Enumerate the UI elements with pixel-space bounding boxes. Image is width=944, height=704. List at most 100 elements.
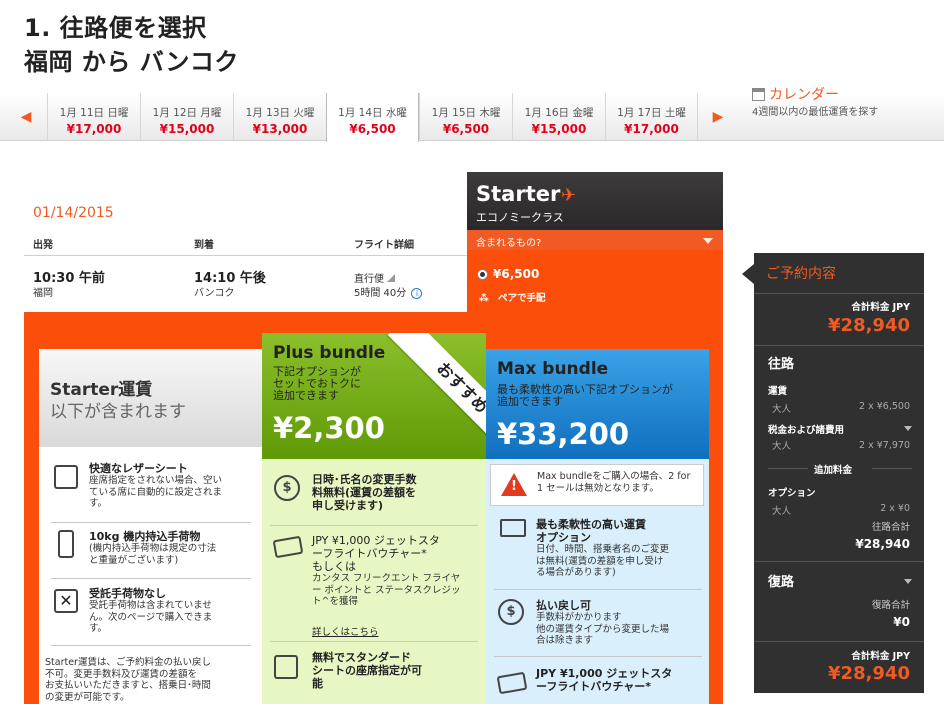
outbound-label: 往路 [768,357,795,372]
option-quantity: 2 x ¥0 [880,503,910,514]
seat-icon [54,465,78,489]
date-tab-price: ¥17,000 [624,122,679,136]
date-tab[interactable]: 1月 17日 土曜 ¥17,000 [605,93,698,141]
warning-icon: ! [501,473,527,496]
carry-on-bag-icon [58,530,74,558]
starter-fare-price: ¥6,500 [493,267,540,281]
starter-note: Starter運賃は、ご予約料金の払い戻し 不可。変更手数料及び運賃の差額を お… [45,657,211,703]
plus-bundle-panel[interactable]: Plus bundle 下記オプションが セットでおトクに 追加できます ¥2,… [262,333,486,704]
max-bundle-desc: 最も柔軟性の高い下記オプションが 追加できます [497,383,673,408]
extras-label: 追加料金 [814,465,853,476]
divider [754,293,924,294]
starter-fare-class: エコノミークラス [476,211,564,224]
max-bundle-price: ¥33,200 [497,417,630,451]
corner-arrow-icon [387,274,396,282]
details-header: フライト詳細 [354,240,414,251]
date-tab[interactable]: 1月 12日 月曜 ¥15,000 [140,93,233,141]
details-link[interactable]: 詳しくはこちら [312,624,379,638]
tax-label: 税金および諸費用 [768,425,845,436]
date-tab-price: ¥15,000 [531,122,587,136]
return-label: 復路 [768,575,795,590]
date-tab-label: 1月 17日 土曜 [617,107,686,119]
feature-item: 最も柔軟性の高い運賃 オプション 日付、時間、搭乗者名のご変更 は無料(運賃の差… [536,518,670,578]
divider [24,255,467,256]
feature-item: 快適なレザーシート 座席指定をされない場合、空い ている席に自動的に設定されま … [89,462,223,509]
feature-item: 日時･氏名の変更手数 料無料(運賃の差額を 申し受けます) [312,473,417,512]
recommended-ribbon: おすすめ [387,333,486,459]
date-tab-label: 1月 12日 月曜 [152,107,222,119]
date-tab[interactable]: 1月 11日 日曜 ¥17,000 [47,93,140,141]
info-icon[interactable]: i [411,288,423,299]
total-label: 合計料金 JPY [851,302,910,313]
pair-label: ペアで手配 [498,293,546,304]
plus-bundle-desc: 下記オプションが セットでおトクに 追加できます [273,365,361,402]
fee-free-change-icon: $ [274,475,300,501]
divider [51,522,251,523]
option-label: オプション [768,488,816,499]
plus-bundle-name: Plus bundle [273,343,386,363]
next-date-arrow-icon[interactable]: ▶ [698,93,738,141]
divider [51,578,251,579]
starter-fare-radio[interactable]: ¥6,500 [477,267,539,281]
date-tab-selected[interactable]: 1月 14日 水曜 ¥6,500 [326,93,419,142]
arrive-header: 到着 [194,240,214,251]
included-label: 含まれるもの? [476,238,542,249]
starter-fare-name: Starter [476,182,561,206]
included-dropdown[interactable]: 含まれるもの? [467,230,723,250]
date-tab-price: ¥17,000 [66,122,122,136]
arrive-city: バンコク [194,288,235,299]
page-title: 1. 往路便を選択 [24,14,207,42]
radio-icon[interactable] [477,268,488,280]
divider [494,589,702,590]
adult-label: 大人 [772,441,792,452]
people-icon: ⁂ [479,293,489,304]
plus-panel-header: Plus bundle 下記オプションが セットでおトクに 追加できます ¥2,… [262,333,486,459]
flight-duration: 5時間 40分 [354,288,407,299]
divider [754,561,924,562]
fare-quantity: 2 x ¥6,500 [859,401,910,412]
prev-date-arrow-icon[interactable]: ◀ [6,93,46,141]
adult-label: 大人 [772,404,792,415]
date-tab-price: ¥6,500 [442,122,490,136]
flight-date: 01/14/2015 [33,205,114,221]
booking-summary: ご予約内容 合計料金 JPY ¥28,940 往路 運賃 大人 2 x ¥6,5… [754,253,924,693]
date-tab-price: ¥15,000 [159,122,215,136]
date-tab-label: 1月 15日 木曜 [431,107,501,119]
warning-text: Max bundleをご購入の場合、2 for 1 セールは無効となります。 [537,471,691,494]
date-tab[interactable]: 1月 13日 火曜 ¥13,000 [233,93,326,141]
return-total-label: 復路合計 [871,600,910,611]
pair-booking-row: ⁂ ペアで手配 [479,290,546,304]
depart-city: 福岡 [33,288,53,299]
voucher-icon [496,671,528,695]
calendar-label: カレンダー [769,87,839,103]
date-tab[interactable]: 1月 16日 金曜 ¥15,000 [512,93,605,141]
outbound-total-label: 往路合計 [871,522,910,533]
outbound-total: ¥28,940 [855,537,910,551]
divider [270,525,478,526]
chevron-down-icon[interactable] [904,426,912,431]
flexible-fare-icon [500,519,526,537]
divider [270,641,478,642]
grand-total-price: ¥28,940 [828,663,910,684]
voucher-icon [272,535,304,559]
date-tab[interactable]: 1月 15日 木曜 ¥6,500 [419,93,512,141]
feature-item: 無料でスタンダード シートの座席指定が可 能 [312,651,422,690]
return-total: ¥0 [893,615,910,629]
adult-label: 大人 [772,506,792,517]
divider [754,641,924,642]
grand-total-label: 合計料金 JPY [851,651,910,662]
feature-item: JPY ¥1,000 ジェットスタ ーフライトバウチャー* もしくは カンタス … [312,534,461,607]
divider [754,345,924,346]
date-tab-label: 1月 13日 火曜 [245,107,315,119]
chevron-down-icon[interactable] [904,579,912,584]
starter-fare-header: Starter ✈ エコノミークラス [467,172,723,230]
refund-icon: $ [498,599,524,625]
max-bundle-panel[interactable]: Max bundle 最も柔軟性の高い下記オプションが 追加できます ¥33,2… [486,349,709,704]
divider [768,468,808,469]
flight-type-link[interactable]: 直行便 [354,270,396,285]
feature-item: 払い戻し可 手数料がかかります 他の運賃タイプから変更した場 合は除きます [536,599,670,646]
route-title: 福岡 から バンコク [24,48,239,76]
starter-panel-subtitle: 以下が含まれます [50,402,186,422]
calendar-link[interactable]: カレンダー [752,84,839,104]
divider [872,468,912,469]
